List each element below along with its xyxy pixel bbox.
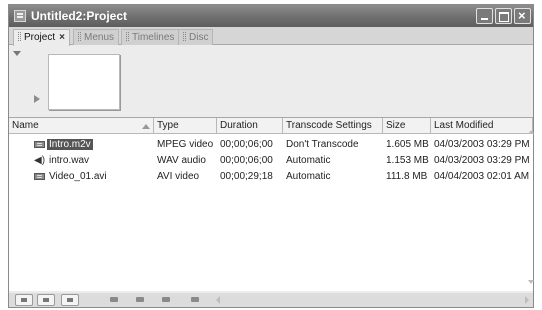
tab-close-icon[interactable]: × bbox=[59, 32, 65, 43]
triangle-down-icon[interactable] bbox=[13, 51, 21, 56]
scroll-right-icon[interactable] bbox=[525, 296, 529, 304]
column-header-label: Type bbox=[157, 120, 179, 131]
maximize-icon[interactable] bbox=[495, 8, 512, 24]
tab-menus[interactable]: Menus bbox=[73, 29, 120, 45]
file-duration: 00;00;06;00 bbox=[220, 139, 273, 150]
scroll-left-icon[interactable] bbox=[216, 296, 220, 304]
tab-disc[interactable]: Disc bbox=[178, 29, 214, 45]
file-transcode: Automatic bbox=[286, 155, 331, 166]
new-menu-icon[interactable] bbox=[109, 295, 119, 304]
play-icon[interactable] bbox=[34, 95, 40, 103]
column-header-name[interactable]: Name bbox=[9, 118, 154, 134]
file-size: 1.153 MB bbox=[386, 155, 429, 166]
delete-icon[interactable] bbox=[190, 295, 200, 304]
new-folder-icon[interactable] bbox=[161, 295, 171, 304]
file-modified: 04/03/2003 03:29 PM bbox=[434, 155, 530, 166]
file-name[interactable]: Intro.m2v bbox=[47, 139, 93, 150]
scroll-down-icon[interactable] bbox=[528, 280, 534, 284]
file-type: WAV audio bbox=[157, 155, 206, 166]
file-size: 1.605 MB bbox=[386, 139, 429, 150]
minimize-icon[interactable] bbox=[476, 8, 493, 24]
file-duration: 00;00;06;00 bbox=[220, 155, 273, 166]
project-file-list: Name Type Duration Transcode Settings Si… bbox=[9, 117, 533, 291]
column-header-transcode[interactable]: Transcode Settings bbox=[283, 118, 383, 134]
table-row[interactable]: Video_01.avi AVI video 00;00;29;18 Autom… bbox=[9, 169, 533, 184]
file-transcode: Automatic bbox=[286, 171, 331, 182]
project-window-icon bbox=[14, 10, 26, 22]
column-headers: Name Type Duration Transcode Settings Si… bbox=[9, 118, 533, 134]
column-header-modified[interactable]: Last Modified bbox=[431, 118, 533, 134]
column-header-label: Size bbox=[386, 120, 406, 131]
file-modified: 04/04/2003 02:01 AM bbox=[434, 171, 530, 182]
file-name[interactable]: Video_01.avi bbox=[49, 171, 107, 182]
column-header-size[interactable]: Size bbox=[383, 118, 431, 134]
list-view-icon[interactable] bbox=[15, 294, 33, 306]
project-window: Untitled2:Project × Project × Menus Timel… bbox=[8, 4, 534, 308]
tab-label: Menus bbox=[84, 32, 115, 43]
tab-timelines[interactable]: Timelines bbox=[121, 29, 180, 45]
video-file-icon bbox=[34, 141, 45, 148]
sort-ascending-icon bbox=[142, 124, 150, 129]
column-header-label: Transcode Settings bbox=[286, 120, 372, 131]
tab-label: Project bbox=[24, 32, 56, 43]
tab-grip-icon bbox=[78, 32, 81, 41]
window-title: Untitled2:Project bbox=[31, 9, 128, 23]
file-name[interactable]: intro.wav bbox=[49, 155, 89, 166]
table-row[interactable]: Intro.m2v MPEG video 00;00;06;00 Don't T… bbox=[9, 137, 533, 152]
file-size: 111.8 MB bbox=[386, 171, 428, 182]
column-header-label: Name bbox=[12, 120, 39, 131]
new-timeline-icon[interactable] bbox=[135, 295, 145, 304]
table-row[interactable]: ◀) intro.wav WAV audio 00;00;06;00 Autom… bbox=[9, 153, 533, 168]
close-icon[interactable]: × bbox=[514, 8, 531, 24]
panel-tabs: Project × Menus Timelines Disc bbox=[9, 27, 533, 46]
project-toolbar bbox=[9, 293, 533, 307]
icon-view-icon[interactable] bbox=[37, 294, 55, 306]
video-file-icon bbox=[34, 173, 45, 180]
scroll-up-icon[interactable] bbox=[528, 130, 534, 134]
tab-grip-icon bbox=[126, 32, 129, 41]
file-type: MPEG video bbox=[157, 139, 214, 150]
file-duration: 00;00;29;18 bbox=[220, 171, 273, 182]
column-header-duration[interactable]: Duration bbox=[217, 118, 283, 134]
thumbnail-view-icon[interactable] bbox=[61, 294, 79, 306]
column-header-label: Duration bbox=[220, 120, 258, 131]
file-transcode: Don't Transcode bbox=[286, 139, 359, 150]
audio-file-icon: ◀) bbox=[34, 155, 46, 166]
tab-label: Disc bbox=[189, 32, 209, 43]
column-header-label: Last Modified bbox=[434, 120, 494, 131]
tab-grip-icon bbox=[18, 32, 21, 41]
title-bar[interactable]: Untitled2:Project × bbox=[9, 5, 533, 27]
file-modified: 04/03/2003 03:29 PM bbox=[434, 139, 530, 150]
vertical-scrollbar[interactable] bbox=[526, 130, 534, 290]
tab-project[interactable]: Project × bbox=[13, 29, 70, 46]
tab-label: Timelines bbox=[132, 32, 175, 43]
file-type: AVI video bbox=[157, 171, 200, 182]
tab-grip-icon bbox=[183, 32, 186, 41]
column-header-type[interactable]: Type bbox=[154, 118, 217, 134]
preview-thumbnail bbox=[48, 54, 120, 110]
